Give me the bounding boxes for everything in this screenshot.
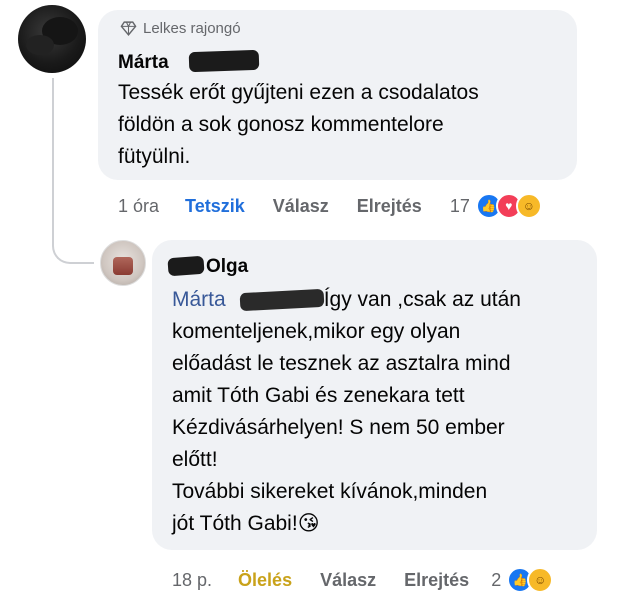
care-reaction-button[interactable]: Ölelés (238, 570, 292, 591)
kiss-emoji: 😘 (297, 512, 320, 535)
diamond-icon (120, 21, 137, 36)
commenter-avatar[interactable] (18, 5, 86, 73)
reply-time[interactable]: 18 p. (172, 570, 212, 591)
reaction-count[interactable]: 17 (450, 196, 470, 217)
reply-line: amit Tóth Gabi és zenekara tett (172, 384, 465, 407)
reply-actions: 18 p. Ölelés Válasz Elrejtés 2 👍 ☺ (172, 567, 554, 593)
thread-connector (52, 220, 94, 264)
reply-author[interactable]: Olga (206, 256, 248, 278)
reaction-count[interactable]: 2 (491, 570, 501, 591)
reply-line: komenteljenek,mikor egy olyan (172, 320, 461, 343)
reply-line: További sikereket kívánok,minden (172, 480, 488, 503)
comment-text: Tessék erőt gyűjteni ezen a csodalatos f… (118, 81, 479, 168)
reply-button[interactable]: Válasz (320, 570, 376, 591)
comment-actions: 1 óra Tetszik Válasz Elrejtés 17 👍 ♥ ☺ (118, 193, 542, 219)
hide-button[interactable]: Elrejtés (404, 570, 469, 591)
comment-time[interactable]: 1 óra (118, 196, 159, 217)
thread-line (52, 78, 54, 242)
replier-avatar[interactable] (100, 240, 146, 286)
care-icon: ☺ (515, 193, 542, 219)
reply-line: előtt! (172, 448, 218, 471)
badge-label: Lelkes rajongó (143, 20, 241, 37)
care-icon: ☺ (527, 567, 554, 593)
hide-button[interactable]: Elrejtés (357, 196, 422, 217)
comment-author[interactable]: Márta (118, 52, 169, 74)
redacted-name (167, 255, 205, 277)
reply-line: Így van ,csak az után (323, 288, 521, 311)
like-button[interactable]: Tetszik (185, 196, 245, 217)
mention-link[interactable]: Márta (172, 288, 226, 311)
reply-button[interactable]: Válasz (273, 196, 329, 217)
reply-line: jót Tóth Gabi! (172, 512, 298, 535)
reaction-icons[interactable]: 👍 ☺ (507, 567, 554, 593)
reply-line: előadást le tesznek az asztalra mind (172, 352, 511, 375)
fan-badge[interactable]: Lelkes rajongó (120, 20, 241, 37)
reply-line: Kézdivásárhelyen! S nem 50 ember (172, 416, 505, 439)
reply-text: Márta Így van ,csak az után komenteljenek… (172, 284, 592, 540)
reaction-icons[interactable]: 👍 ♥ ☺ (475, 193, 542, 219)
redacted-name (188, 49, 260, 73)
